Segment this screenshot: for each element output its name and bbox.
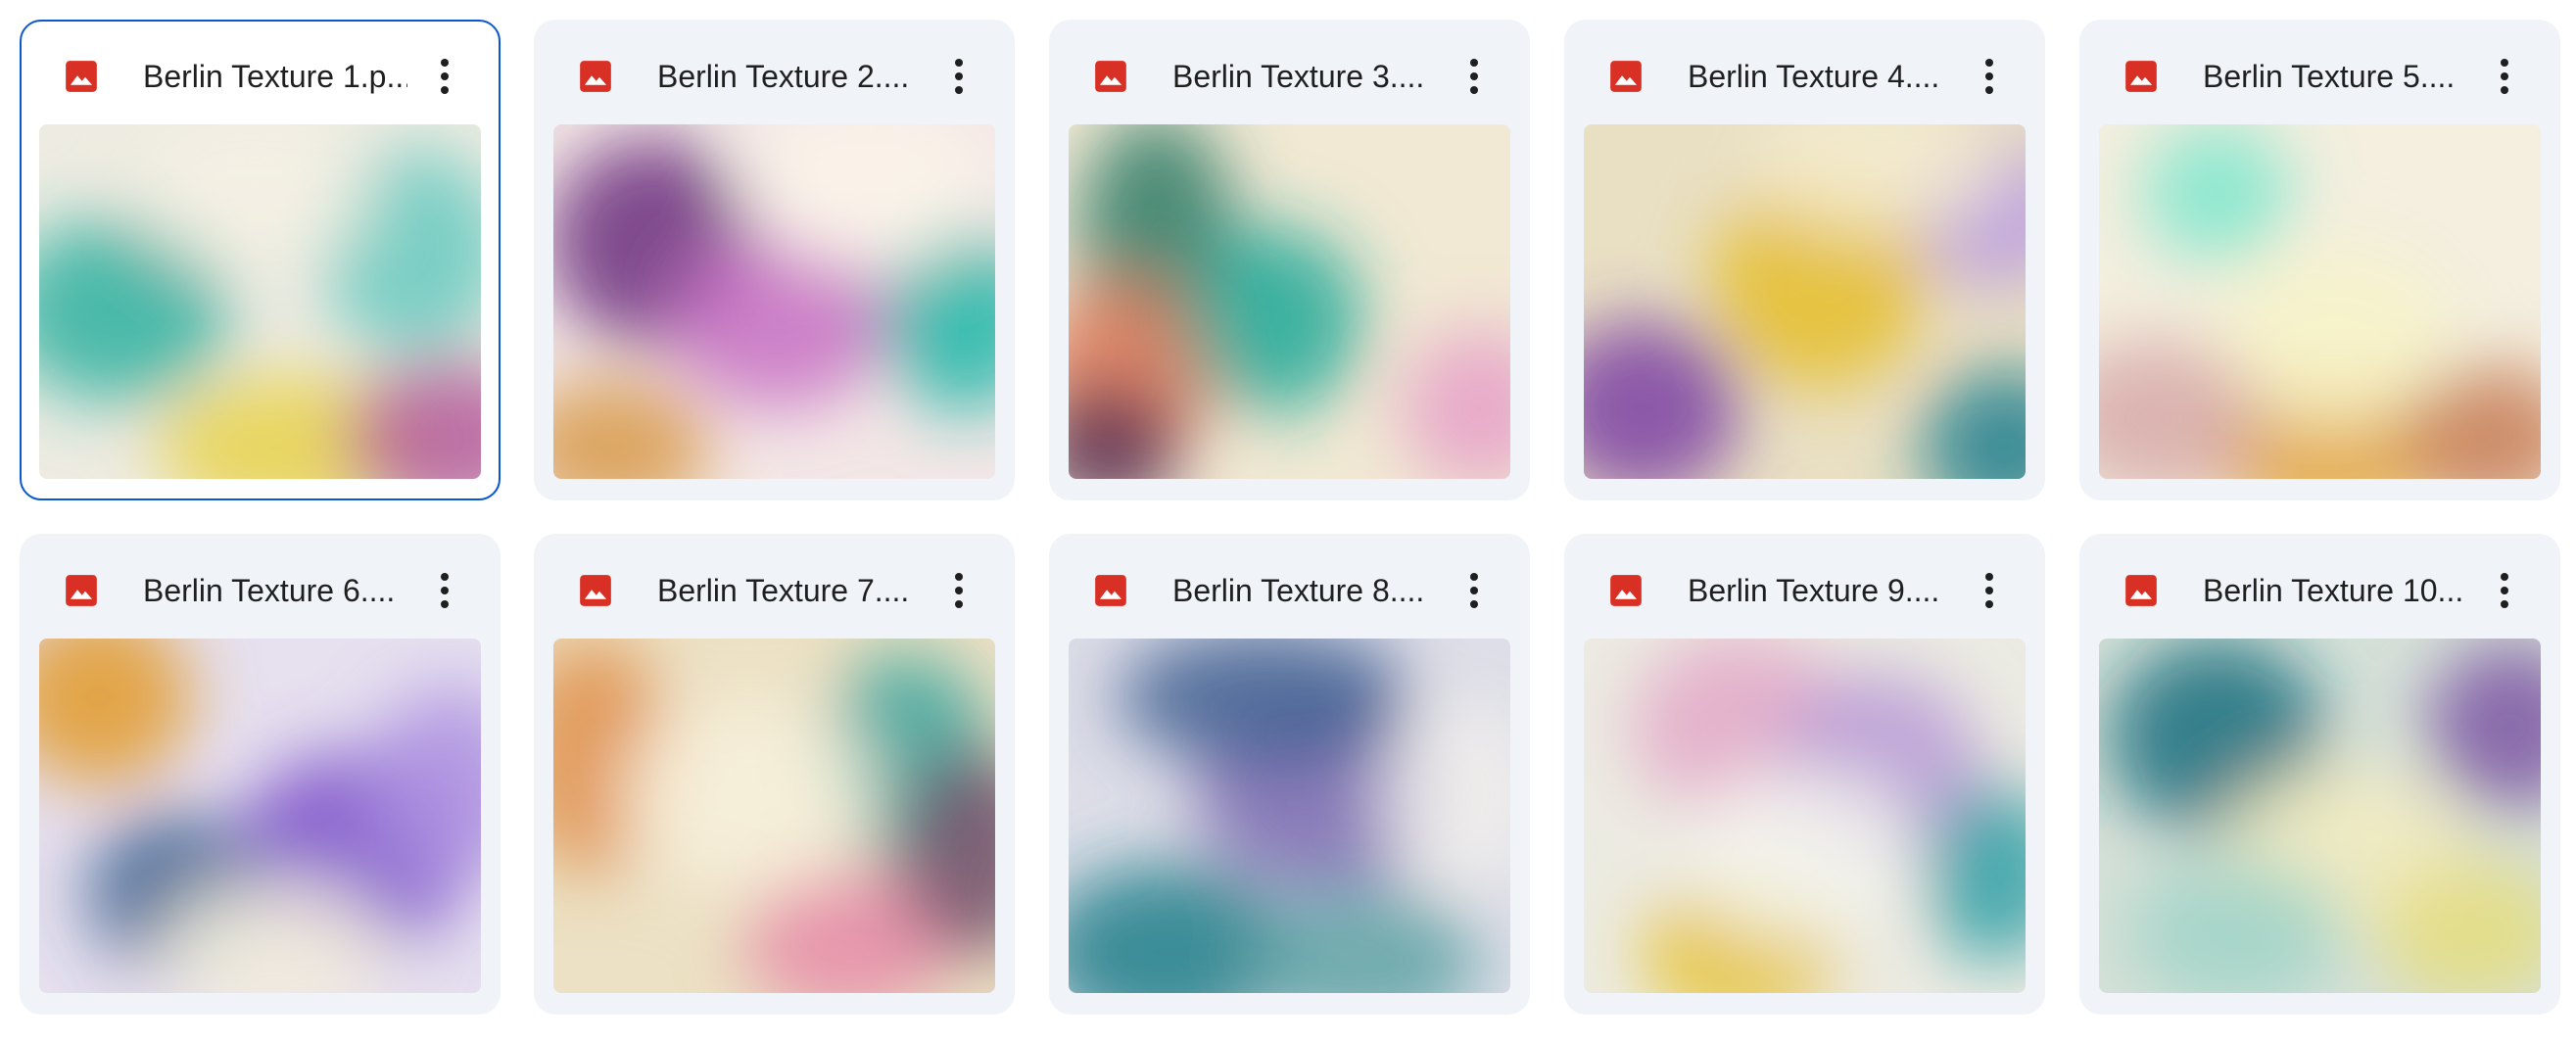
- file-name[interactable]: Berlin Texture 8....: [1172, 569, 1437, 612]
- file-card-header: Berlin Texture 2....: [534, 20, 1015, 125]
- file-thumbnail[interactable]: [553, 124, 995, 479]
- file-name[interactable]: Berlin Texture 2....: [657, 55, 922, 98]
- file-card[interactable]: Berlin Texture 5....: [2079, 20, 2560, 500]
- file-card-header: Berlin Texture 9....: [1564, 534, 2045, 639]
- file-card[interactable]: Berlin Texture 9....: [1564, 534, 2045, 1015]
- file-name[interactable]: Berlin Texture 5....: [2203, 55, 2467, 98]
- image-icon: [1095, 575, 1126, 606]
- file-card-header: Berlin Texture 3....: [1049, 20, 1530, 125]
- file-thumbnail[interactable]: [1069, 124, 1510, 479]
- image-icon: [2125, 575, 2157, 606]
- file-card[interactable]: Berlin Texture 1.p...: [20, 20, 501, 500]
- more-actions-button[interactable]: [1447, 563, 1502, 618]
- file-thumbnail[interactable]: [2099, 124, 2541, 479]
- file-thumbnail[interactable]: [39, 124, 481, 479]
- file-card-header: Berlin Texture 8....: [1049, 534, 1530, 639]
- more-actions-button[interactable]: [1962, 563, 2017, 618]
- file-card[interactable]: Berlin Texture 7....: [534, 534, 1015, 1015]
- file-card-header: Berlin Texture 4....: [1564, 20, 2045, 125]
- file-card-header: Berlin Texture 10...: [2079, 534, 2560, 639]
- file-card[interactable]: Berlin Texture 8....: [1049, 534, 1530, 1015]
- file-name[interactable]: Berlin Texture 7....: [657, 569, 922, 612]
- file-name[interactable]: Berlin Texture 9....: [1688, 569, 1952, 612]
- file-thumbnail[interactable]: [39, 639, 481, 993]
- image-icon: [1610, 61, 1642, 92]
- image-icon: [2125, 61, 2157, 92]
- more-actions-button[interactable]: [2477, 49, 2532, 104]
- file-thumbnail[interactable]: [1584, 124, 2026, 479]
- file-name[interactable]: Berlin Texture 3....: [1172, 55, 1437, 98]
- image-icon: [1095, 61, 1126, 92]
- more-actions-button[interactable]: [2477, 563, 2532, 618]
- file-thumbnail[interactable]: [553, 639, 995, 993]
- file-grid: Berlin Texture 1.p... Berlin Texture 2...…: [0, 0, 2576, 1042]
- image-icon: [66, 575, 97, 606]
- image-icon: [580, 575, 611, 606]
- image-icon: [1610, 575, 1642, 606]
- file-card[interactable]: Berlin Texture 6....: [20, 534, 501, 1015]
- image-icon: [66, 61, 97, 92]
- more-actions-button[interactable]: [417, 49, 472, 104]
- image-icon: [580, 61, 611, 92]
- file-card-header: Berlin Texture 6....: [20, 534, 501, 639]
- file-card[interactable]: Berlin Texture 4....: [1564, 20, 2045, 500]
- file-name[interactable]: Berlin Texture 10...: [2203, 569, 2467, 612]
- file-name[interactable]: Berlin Texture 1.p...: [143, 55, 407, 98]
- file-card-header: Berlin Texture 5....: [2079, 20, 2560, 125]
- more-actions-button[interactable]: [931, 49, 986, 104]
- more-actions-button[interactable]: [1962, 49, 2017, 104]
- file-card[interactable]: Berlin Texture 3....: [1049, 20, 1530, 500]
- file-name[interactable]: Berlin Texture 4....: [1688, 55, 1952, 98]
- file-card-header: Berlin Texture 7....: [534, 534, 1015, 639]
- file-thumbnail[interactable]: [1584, 639, 2026, 993]
- file-name[interactable]: Berlin Texture 6....: [143, 569, 407, 612]
- file-card[interactable]: Berlin Texture 2....: [534, 20, 1015, 500]
- more-actions-button[interactable]: [931, 563, 986, 618]
- file-card[interactable]: Berlin Texture 10...: [2079, 534, 2560, 1015]
- file-thumbnail[interactable]: [1069, 639, 1510, 993]
- file-thumbnail[interactable]: [2099, 639, 2541, 993]
- file-card-header: Berlin Texture 1.p...: [22, 22, 499, 127]
- more-actions-button[interactable]: [1447, 49, 1502, 104]
- more-actions-button[interactable]: [417, 563, 472, 618]
